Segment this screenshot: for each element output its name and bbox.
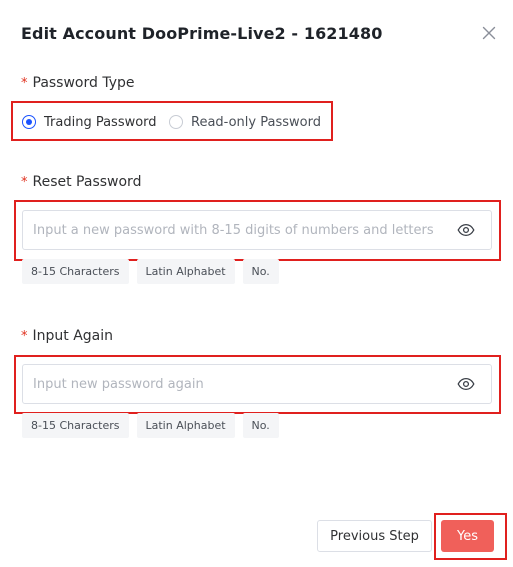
reset-password-label-text: Reset Password: [32, 174, 142, 190]
input-again-hints: 8-15 Characters Latin Alphabet No.: [22, 413, 279, 438]
reset-password-hints: 8-15 Characters Latin Alphabet No.: [22, 259, 279, 284]
input-again-label: * Input Again: [21, 328, 113, 344]
radio-trading-password-label: Trading Password: [44, 114, 157, 130]
radio-read-only-password[interactable]: Read-only Password: [169, 112, 321, 132]
reset-password-field[interactable]: [22, 210, 492, 250]
radio-trading-password[interactable]: Trading Password: [22, 112, 157, 132]
hint-latin-tag: Latin Alphabet: [136, 259, 235, 284]
radio-unchecked-icon[interactable]: [169, 115, 183, 129]
hint-latin-tag: Latin Alphabet: [136, 413, 235, 438]
hint-number-tag: No.: [242, 259, 279, 284]
input-again-field[interactable]: [22, 364, 492, 404]
eye-icon[interactable]: [457, 223, 475, 237]
input-again-label-text: Input Again: [32, 328, 114, 344]
dialog-title: Edit Account DooPrime-Live2 - 1621480: [21, 24, 383, 43]
radio-checked-icon[interactable]: [22, 115, 36, 129]
input-again-input[interactable]: [33, 365, 453, 403]
reset-password-label: * Reset Password: [21, 174, 141, 190]
hint-length-tag: 8-15 Characters: [22, 259, 129, 284]
hint-length-tag: 8-15 Characters: [22, 413, 129, 438]
reset-password-input[interactable]: [33, 211, 453, 249]
password-type-label: * Password Type: [21, 75, 135, 91]
close-icon[interactable]: [480, 24, 498, 42]
yes-button[interactable]: Yes: [441, 520, 494, 552]
required-mark: *: [21, 76, 28, 91]
hint-number-tag: No.: [242, 413, 279, 438]
required-mark: *: [21, 175, 28, 190]
previous-step-button[interactable]: Previous Step: [317, 520, 432, 552]
required-mark: *: [21, 329, 28, 344]
password-type-label-text: Password Type: [32, 75, 135, 91]
edit-account-dialog: Edit Account DooPrime-Live2 - 1621480 * P…: [0, 0, 513, 567]
radio-read-only-password-label: Read-only Password: [191, 114, 321, 130]
eye-icon[interactable]: [457, 377, 475, 391]
